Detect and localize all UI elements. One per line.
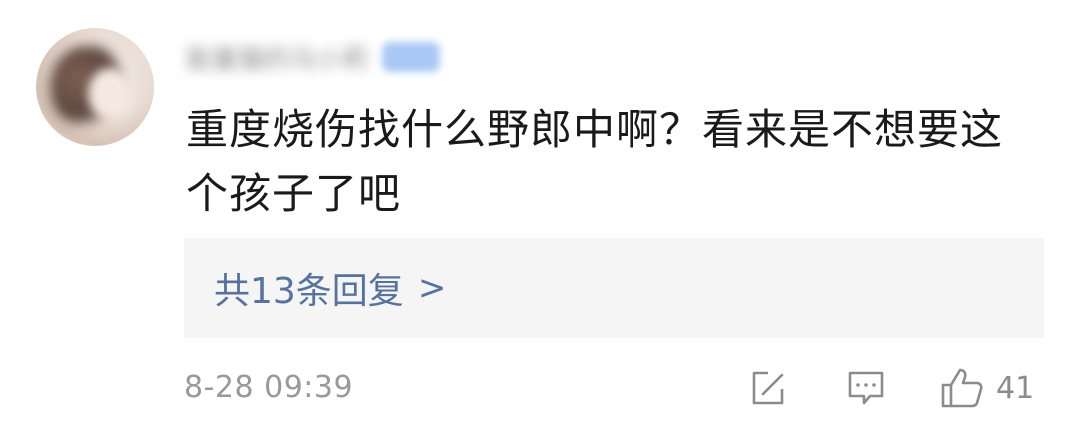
view-replies-button[interactable]: 共13条回复 >: [184, 238, 1044, 338]
replies-count-label: 共13条回复: [214, 271, 404, 312]
comment-text: 重度烧伤找什么野郎中啊？看来是不想要这个孩子了吧: [186, 105, 1004, 218]
username[interactable]: 能量猫的马小莉: [186, 39, 368, 76]
like-count: 41: [996, 370, 1035, 406]
reply-button[interactable]: [846, 368, 886, 408]
username-row: 能量猫的马小莉: [186, 39, 441, 76]
like-button[interactable]: 41: [940, 368, 1034, 408]
thumbs-up-icon: [941, 368, 983, 408]
comment-item: 能量猫的马小莉 重度烧伤找什么野郎中啊？看来是不想要这个孩子了吧 共13条回复 …: [0, 0, 1080, 422]
comment-bubble-icon: [848, 371, 884, 405]
edit-square-icon: [752, 371, 784, 405]
chevron-right-icon: >: [417, 268, 447, 308]
user-badge: [382, 42, 441, 72]
view-replies-link[interactable]: 共13条回复 >: [214, 262, 446, 314]
avatar[interactable]: [36, 28, 154, 146]
timestamp: 8-28 09:39: [184, 370, 354, 405]
comment-footer: 8-28 09:39 41: [184, 366, 1044, 410]
avatar-face: [88, 68, 132, 120]
edit-button[interactable]: [748, 368, 788, 408]
